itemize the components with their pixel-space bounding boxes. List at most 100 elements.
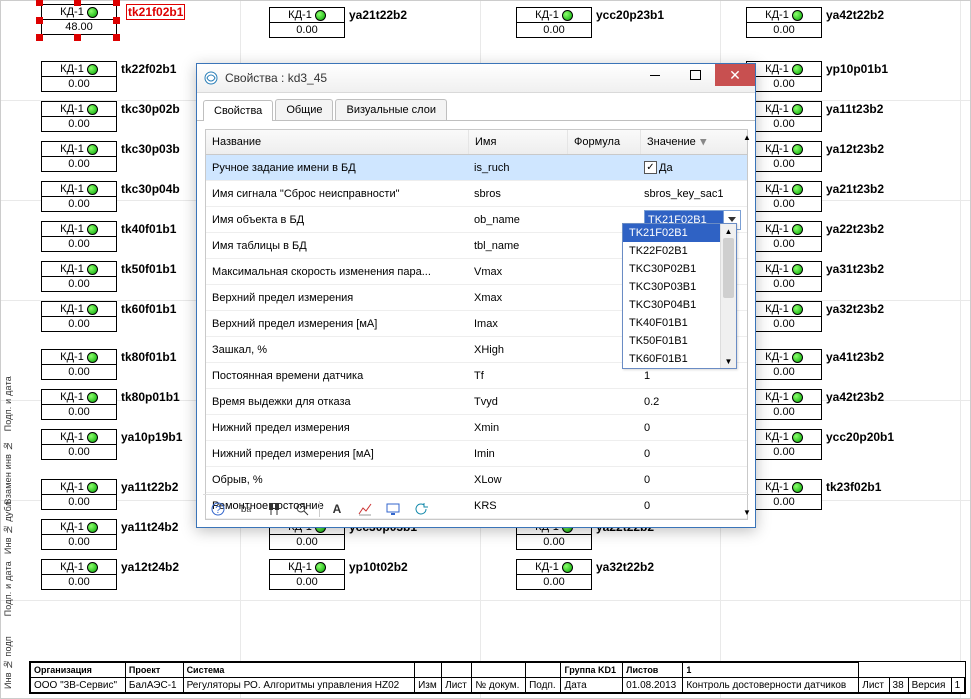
status-lamp-icon (792, 64, 803, 75)
titleblock-cell: № докум. (472, 678, 526, 693)
kd-label: КД-1 (60, 431, 84, 443)
chart-button[interactable] (354, 498, 376, 520)
prop-imya: ob_name (468, 214, 566, 226)
dropdown-option[interactable]: TKC30P04B1 (623, 296, 721, 314)
col-imya[interactable]: Имя (468, 130, 567, 154)
col-formula[interactable]: Формула (567, 130, 640, 154)
property-row[interactable]: Ручное задание имени в БДis_ruchДа (206, 155, 747, 181)
kd-block[interactable]: КД-10.00ya11t23b2 (746, 101, 966, 132)
prop-name: Ручное задание имени в БД (206, 162, 468, 174)
scroll-up-icon[interactable]: ▲ (721, 224, 736, 238)
ob-name-dropdown[interactable]: TK21F02B1TK22F02B1TKC30P02B1TKC30P03B1TK… (622, 223, 737, 369)
kd-block[interactable]: КД-10.00ya21t22b2 (269, 7, 489, 38)
status-lamp-icon (792, 224, 803, 235)
property-row[interactable]: Время выдежки для отказаTvyd0.2 (206, 389, 747, 415)
dropdown-option[interactable]: TK50F01B1 (623, 332, 721, 350)
margin-label: Инв № дубл (3, 501, 13, 554)
dropdown-option[interactable]: TKC30P02B1 (623, 260, 721, 278)
kd-value: 0.00 (747, 23, 821, 37)
grid-scrollbar[interactable]: ▲ ▼ (747, 129, 748, 520)
kd-tag: tkc30p03b (121, 142, 180, 156)
kd-block[interactable]: КД-10.00yp10t02b2 (269, 559, 489, 590)
screen-button[interactable] (382, 498, 404, 520)
col-name[interactable]: Название (206, 130, 468, 154)
kd-value: 0.00 (42, 575, 116, 589)
dropdown-option[interactable]: TK40F01B1 (623, 314, 721, 332)
kd-block[interactable]: КД-10.00ya42t23b2 (746, 389, 966, 420)
value-checkbox[interactable]: Да (644, 161, 673, 174)
kd-block[interactable]: КД-10.00ya31t23b2 (746, 261, 966, 292)
kd-block[interactable]: КД-10.00ycc20p23b1 (516, 7, 736, 38)
kd-block[interactable]: КД-10.00ya32t22b2 (516, 559, 736, 590)
titleblock-cell: Лист (859, 678, 889, 693)
kd-tag: tk40f01b1 (121, 222, 176, 236)
kd-label: КД-1 (765, 223, 789, 235)
help-button[interactable]: ? (207, 498, 229, 520)
prop-imya: Tf (468, 370, 566, 382)
tab-visual-layers[interactable]: Визуальные слои (335, 99, 447, 120)
dropdown-option[interactable]: TK60F01B1 (623, 350, 721, 368)
scroll-thumb[interactable] (723, 238, 734, 298)
prop-name: Верхний предел измерения [мА] (206, 318, 468, 330)
kd-label: КД-1 (765, 431, 789, 443)
kd-block[interactable]: КД-10.00ycc20p20b1 (746, 429, 966, 460)
dropdown-option[interactable]: TKC30P03B1 (623, 278, 721, 296)
value-text: sbros_key_sac1 (644, 188, 724, 200)
kd-tag: ycc20p20b1 (826, 430, 894, 444)
status-lamp-icon (792, 392, 803, 403)
dropdown-option[interactable]: TK21F02B1 (623, 224, 721, 242)
kd-tag: tk80p01b1 (121, 390, 180, 404)
dropdown-option[interactable]: TK22F02B1 (623, 242, 721, 260)
kd-block[interactable]: КД-10.00ya12t24b2 (41, 559, 261, 590)
kd-block[interactable]: КД-10.00tk23f02b1 (746, 479, 966, 510)
titleblock-head-cell: Проект (125, 663, 183, 678)
status-lamp-icon (792, 352, 803, 363)
font-button[interactable]: A (326, 498, 348, 520)
tab-properties[interactable]: Свойства (203, 100, 273, 121)
status-lamp-icon (87, 264, 98, 275)
property-row[interactable]: Обрыв, %XLow0 (206, 467, 747, 493)
property-row[interactable]: Нижний предел измерения [мА]Imin0 (206, 441, 747, 467)
kd-block[interactable]: КД-10.00ya21t23b2 (746, 181, 966, 212)
kd-value: 0.00 (747, 117, 821, 131)
kd-block[interactable]: КД-10.00ya32t23b2 (746, 301, 966, 332)
maximize-button[interactable] (675, 64, 715, 86)
titleblock-head-cell (526, 663, 561, 678)
kd-value: 0.00 (747, 77, 821, 91)
prop-imya: Imax (468, 318, 566, 330)
kd-block[interactable]: КД-10.00ya22t23b2 (746, 221, 966, 252)
checkbox-label: Да (659, 162, 673, 174)
dropdown-scrollbar[interactable]: ▲ ▼ (720, 224, 736, 368)
titleblock-cell: ООО "3В-Сервис" (31, 678, 126, 693)
margin-label: Подп. и дата (3, 561, 13, 616)
dialog-titlebar[interactable]: Свойства : kd3_45 (197, 64, 755, 93)
status-lamp-icon (87, 392, 98, 403)
kd-block[interactable]: КД-10.00ya12t23b2 (746, 141, 966, 172)
kd-block[interactable]: КД-10.00yp10p01b1 (746, 61, 966, 92)
margin-label: Инв № подп (3, 636, 13, 689)
zoom-button[interactable] (291, 498, 313, 520)
col-value[interactable]: Значение (640, 130, 747, 154)
refresh-button[interactable] (410, 498, 432, 520)
kd-block[interactable]: КД-10.00ya41t23b2 (746, 349, 966, 380)
prop-imya: sbros (468, 188, 566, 200)
close-button[interactable] (715, 64, 755, 86)
property-row[interactable]: Имя сигнала "Сброс неисправности"sbrossb… (206, 181, 747, 207)
status-lamp-icon (562, 562, 573, 573)
prop-name: Имя объекта в БД (206, 214, 468, 226)
scroll-down-icon[interactable]: ▼ (721, 354, 736, 368)
tab-general[interactable]: Общие (275, 99, 333, 120)
status-lamp-icon (792, 304, 803, 315)
minimize-button[interactable] (635, 64, 675, 86)
dialog-tabs: Свойства Общие Визуальные слои (197, 93, 755, 121)
find-button[interactable] (263, 498, 285, 520)
ba-button[interactable]: ba (235, 498, 257, 520)
kd-value: 0.00 (747, 237, 821, 251)
status-lamp-icon (87, 304, 98, 315)
kd-label: КД-1 (535, 9, 559, 21)
kd-tag: yp10p01b1 (826, 62, 888, 76)
status-lamp-icon (792, 482, 803, 493)
property-row[interactable]: Нижний предел измеренияXmin0 (206, 415, 747, 441)
kd-block[interactable]: КД-10.00ya42t22b2 (746, 7, 966, 38)
kd-tag: tk50f01b1 (121, 262, 176, 276)
